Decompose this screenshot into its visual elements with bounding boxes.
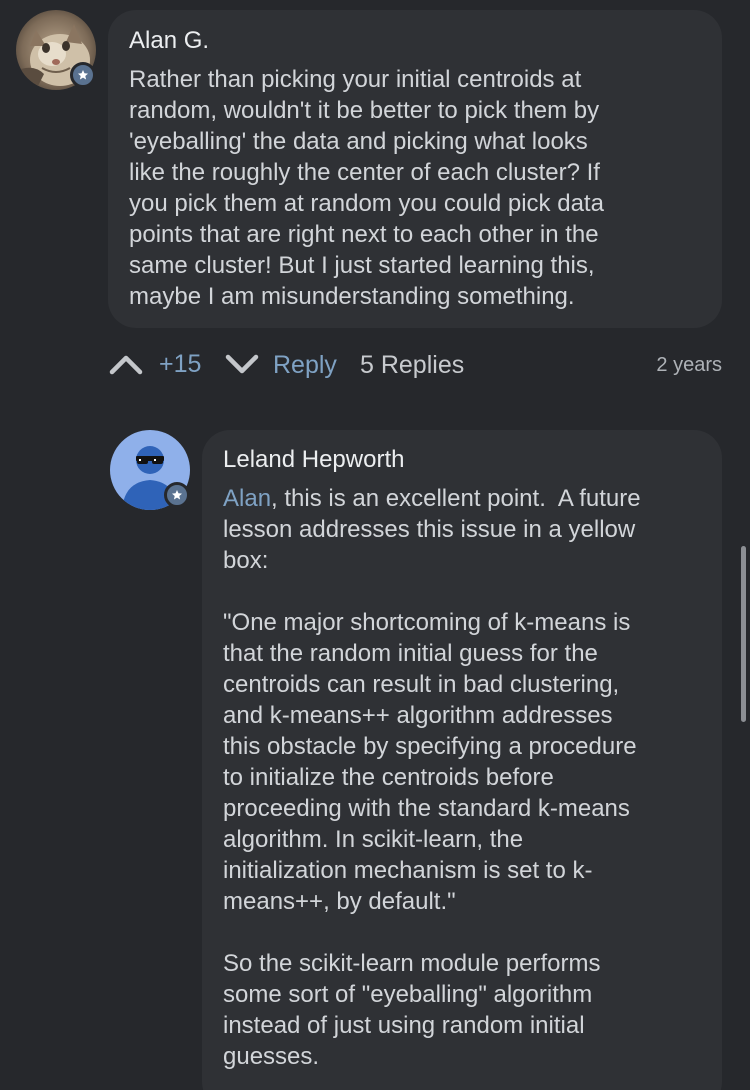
- comment-actions: +15 Reply 5 Replies 2 years: [108, 340, 722, 390]
- downvote-button[interactable]: [224, 349, 260, 379]
- reply-author[interactable]: Leland Hepworth: [223, 445, 702, 475]
- user-avatar-leland[interactable]: [110, 430, 190, 510]
- reply-button[interactable]: Reply: [273, 350, 337, 380]
- reply-text-body: , this is an excellent point. A future l…: [223, 485, 641, 1070]
- reply-text: Alan, this is an excellent point. A futu…: [223, 483, 702, 1072]
- star-icon: [164, 482, 190, 508]
- chevron-up-icon: [109, 355, 143, 375]
- user-avatar-alan[interactable]: [16, 10, 96, 90]
- vote-score: +15: [159, 350, 202, 378]
- scrollbar[interactable]: [736, 0, 750, 1090]
- comment-author[interactable]: Alan G.: [129, 26, 702, 56]
- reply-bubble: Leland Hepworth Alan, this is an excelle…: [202, 430, 722, 1090]
- discussion-thread: Alan G. Rather than picking your initial…: [0, 0, 750, 1090]
- comment-timestamp: 2 years: [656, 354, 722, 376]
- chevron-down-icon: [225, 354, 259, 374]
- comment-bubble: Alan G. Rather than picking your initial…: [108, 10, 722, 328]
- scrollbar-thumb[interactable]: [741, 546, 746, 722]
- star-icon: [70, 62, 96, 88]
- upvote-button[interactable]: [108, 349, 144, 379]
- comment-text: Rather than picking your initial centroi…: [129, 66, 604, 310]
- mention-link[interactable]: Alan: [223, 485, 271, 512]
- view-replies-button[interactable]: 5 Replies: [360, 350, 464, 380]
